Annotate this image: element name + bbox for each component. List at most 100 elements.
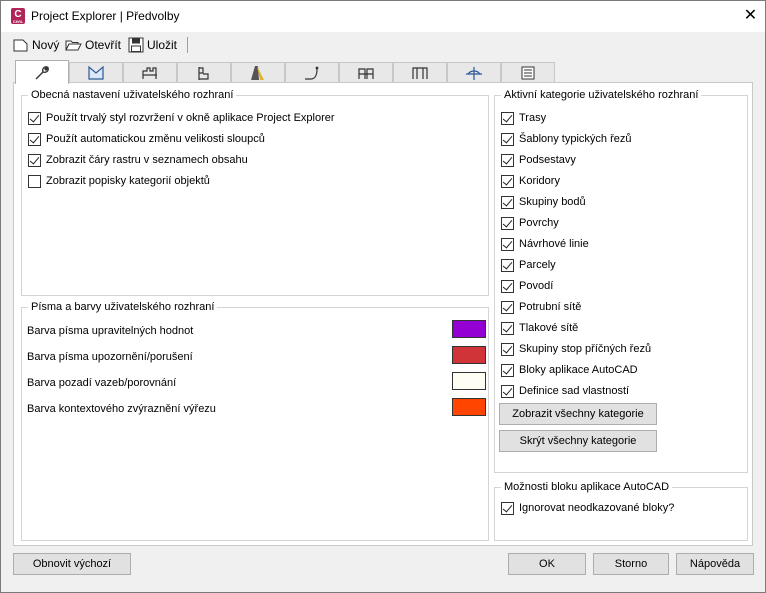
warning-color-swatch[interactable] (452, 346, 486, 364)
help-button[interactable]: Nápověda (676, 553, 754, 575)
tab-assemblies[interactable] (123, 62, 177, 83)
checkbox[interactable] (501, 111, 514, 125)
checkbox[interactable] (28, 132, 41, 146)
checkbox[interactable] (501, 384, 514, 398)
editable-value-color-swatch[interactable] (452, 320, 486, 338)
checkbox-label: Skupiny bodů (519, 196, 586, 208)
autocad-block-options-group: Možnosti bloku aplikace AutoCAD Ignorova… (494, 480, 748, 541)
category-item[interactable]: Skupiny stop příčných řezů (501, 341, 651, 357)
category-item[interactable]: Bloky aplikace AutoCAD (501, 362, 638, 378)
restore-defaults-button[interactable]: Obnovit výchozí (13, 553, 131, 575)
checkbox-label: Šablony typických řezů (519, 133, 632, 145)
category-item[interactable]: Povodí (501, 278, 553, 294)
checkbox-label: Povrchy (519, 217, 559, 229)
tab-profiles[interactable] (177, 62, 231, 83)
viewport-highlight-color-swatch[interactable] (452, 398, 486, 416)
checkbox[interactable] (501, 321, 514, 335)
checkbox[interactable] (501, 342, 514, 356)
save-button[interactable]: Uložit (128, 36, 177, 54)
checkbox[interactable] (501, 363, 514, 377)
assembly-icon (142, 67, 157, 79)
active-categories-title: Aktivní kategorie uživatelského rozhraní (501, 88, 702, 102)
checkbox[interactable] (501, 153, 514, 167)
report-list-icon (521, 66, 535, 80)
show-all-categories-button[interactable]: Zobrazit všechny kategorie (499, 403, 657, 425)
tab-corridors[interactable] (231, 62, 285, 83)
civil3d-app-icon: C CIVIL (11, 8, 25, 24)
category-item[interactable]: Trasy (501, 110, 546, 126)
new-button-label: Nový (32, 38, 60, 52)
category-item[interactable]: Návrhové linie (501, 236, 589, 252)
checkbox[interactable] (501, 237, 514, 251)
binding-background-color-swatch[interactable] (452, 372, 486, 390)
warning-color-label: Barva písma upozornění/porušení (27, 351, 193, 363)
tab-sections[interactable] (447, 62, 501, 83)
checkbox-label: Parcely (519, 259, 556, 271)
tab-alignments[interactable] (285, 62, 339, 83)
tab-surfaces[interactable] (69, 62, 123, 83)
save-button-label: Uložit (147, 38, 178, 52)
category-item[interactable]: Povrchy (501, 215, 559, 231)
checkbox[interactable] (501, 174, 514, 188)
hide-all-categories-button[interactable]: Skrýt všechny kategorie (499, 430, 657, 452)
ok-button[interactable]: OK (508, 553, 586, 575)
category-item[interactable]: Podsestavy (501, 152, 576, 168)
general-option-grid-lines[interactable]: Zobrazit čáry rastru v seznamech obsahu (28, 152, 248, 168)
general-option-auto-column-resize[interactable]: Použít automatickou změnu velikosti slou… (28, 131, 265, 147)
fonts-colors-title: Písma a barvy uživatelského rozhraní (28, 300, 218, 314)
wrench-icon (35, 65, 49, 79)
category-item[interactable]: Koridory (501, 173, 560, 189)
checkbox-label: Koridory (519, 175, 560, 187)
active-categories-group: Aktivní kategorie uživatelského rozhraní… (494, 88, 748, 473)
category-item[interactable]: Potrubní sítě (501, 299, 581, 315)
checkbox-label: Povodí (519, 280, 554, 292)
checkbox[interactable] (501, 258, 514, 272)
close-button[interactable]: ✕ (735, 1, 766, 31)
checkbox-label: Tlakové sítě (519, 322, 579, 334)
category-item[interactable]: Tlakové sítě (501, 320, 578, 336)
ignore-unreferenced-blocks-option[interactable]: Ignorovat neodkazované bloky? (501, 500, 674, 516)
checkbox[interactable] (501, 195, 514, 209)
profile-flag-icon (198, 67, 209, 80)
checkbox[interactable] (501, 132, 514, 146)
close-icon: ✕ (743, 7, 758, 24)
general-settings-group: Obecná nastavení uživatelského rozhraní … (21, 88, 489, 296)
new-button[interactable]: Nový (13, 36, 59, 54)
category-item[interactable]: Parcely (501, 257, 556, 273)
tab-subassemblies-alt[interactable] (393, 62, 447, 83)
surface-icon (88, 65, 104, 80)
category-item[interactable]: Definice sad vlastností (501, 383, 629, 399)
checkbox-label: Použít trvalý styl rozvržení v okně apli… (46, 112, 335, 124)
window-title: Project Explorer | Předvolby (31, 9, 180, 23)
general-option-persistent-layout[interactable]: Použít trvalý styl rozvržení v okně apli… (28, 110, 335, 126)
general-settings-title: Obecná nastavení uživatelského rozhraní (28, 88, 237, 102)
category-item[interactable]: Šablony typických řezů (501, 131, 632, 147)
tab-general[interactable] (15, 60, 69, 84)
checkbox[interactable] (28, 153, 41, 167)
open-button[interactable]: Otevřít (65, 36, 121, 54)
binding-background-color-label: Barva pozadí vazeb/porovnání (27, 377, 177, 389)
checkbox[interactable] (28, 111, 41, 125)
tab-reports[interactable] (501, 62, 555, 83)
checkbox-label: Skupiny stop příčných řezů (519, 343, 652, 355)
app-icon-sub: CIVIL (12, 19, 24, 24)
new-document-icon (13, 39, 28, 52)
checkbox[interactable] (501, 300, 514, 314)
checkbox-label: Ignorovat neodkazované bloky? (519, 502, 675, 514)
checkbox[interactable] (501, 279, 514, 293)
corridor-road-icon (251, 66, 264, 80)
general-option-category-labels[interactable]: Zobrazit popisky kategorií objektů (28, 173, 210, 189)
checkbox-label: Návrhové linie (519, 238, 589, 250)
autocad-block-options-title: Možnosti bloku aplikace AutoCAD (501, 480, 673, 494)
checkbox[interactable] (28, 174, 41, 188)
cancel-button[interactable]: Storno (593, 553, 669, 575)
preferences-dialog: C CIVIL Project Explorer | Předvolby ✕ N… (0, 0, 766, 593)
subassembly-alt-icon (412, 67, 428, 79)
checkbox[interactable] (501, 501, 514, 515)
open-button-label: Otevřít (85, 38, 122, 52)
checkbox-label: Potrubní sítě (519, 301, 582, 313)
checkbox-label: Zobrazit čáry rastru v seznamech obsahu (46, 154, 248, 166)
category-item[interactable]: Skupiny bodů (501, 194, 586, 210)
checkbox[interactable] (501, 216, 514, 230)
tab-subassemblies[interactable] (339, 62, 393, 83)
